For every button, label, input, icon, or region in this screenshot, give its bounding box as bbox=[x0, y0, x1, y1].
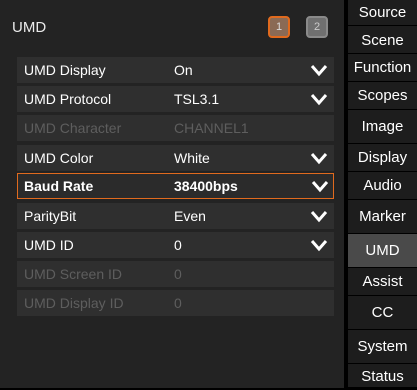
setting-value: White bbox=[174, 150, 210, 166]
sidebar-item-scopes[interactable]: Scopes bbox=[348, 82, 417, 110]
page-2-button[interactable]: 2 bbox=[306, 16, 328, 38]
setting-row-umd-id[interactable]: UMD ID 0 bbox=[17, 232, 334, 258]
sidebar-item-image[interactable]: Image bbox=[348, 110, 417, 144]
setting-label: ParityBit bbox=[24, 208, 77, 224]
sidebar-item-function[interactable]: Function bbox=[348, 54, 417, 82]
page-title: UMD bbox=[12, 19, 47, 36]
chevron-down-icon[interactable] bbox=[310, 238, 328, 252]
setting-value: CHANNEL1 bbox=[174, 120, 249, 136]
setting-label: UMD Color bbox=[24, 150, 94, 166]
setting-row-umd-display[interactable]: UMD Display On bbox=[17, 57, 334, 83]
setting-value: 0 bbox=[174, 266, 182, 282]
setting-value: 38400bps bbox=[174, 178, 238, 194]
chevron-down-icon[interactable] bbox=[311, 179, 329, 193]
setting-label: UMD Screen ID bbox=[24, 266, 123, 282]
chevron-down-icon[interactable] bbox=[310, 151, 328, 165]
setting-value: 0 bbox=[174, 237, 182, 253]
settings-panel: UMD 1 2 UMD Display On UMD Protocol TSL3… bbox=[0, 0, 344, 388]
sidebar-item-system[interactable]: System bbox=[348, 330, 417, 364]
setting-value: Even bbox=[174, 208, 206, 224]
setting-value: On bbox=[174, 62, 193, 78]
setting-label: UMD Protocol bbox=[24, 91, 112, 107]
sidebar-item-assist[interactable]: Assist bbox=[348, 268, 417, 296]
chevron-down-icon[interactable] bbox=[310, 209, 328, 223]
setting-label: UMD Character bbox=[24, 120, 122, 136]
setting-value: TSL3.1 bbox=[174, 91, 220, 107]
sidebar-item-audio[interactable]: Audio bbox=[348, 172, 417, 200]
chevron-down-icon[interactable] bbox=[310, 63, 328, 77]
setting-row-paritybit[interactable]: ParityBit Even bbox=[17, 203, 334, 229]
menu-sidebar: Source Scene Function Scopes Image Displ… bbox=[348, 0, 417, 388]
setting-label: UMD Display bbox=[24, 62, 106, 78]
chevron-down-icon[interactable] bbox=[310, 92, 328, 106]
setting-value: 0 bbox=[174, 295, 182, 311]
sidebar-item-source[interactable]: Source bbox=[348, 0, 417, 26]
setting-row-baud-rate[interactable]: Baud Rate 38400bps bbox=[17, 173, 334, 199]
setting-label: Baud Rate bbox=[24, 178, 94, 194]
setting-row-umd-screen-id: UMD Screen ID 0 bbox=[17, 261, 334, 287]
sidebar-item-cc[interactable]: CC bbox=[348, 296, 417, 330]
page-1-button[interactable]: 1 bbox=[268, 16, 290, 38]
setting-row-umd-protocol[interactable]: UMD Protocol TSL3.1 bbox=[17, 86, 334, 112]
sidebar-item-scene[interactable]: Scene bbox=[348, 26, 417, 54]
setting-label: UMD Display ID bbox=[24, 295, 124, 311]
sidebar-item-marker[interactable]: Marker bbox=[348, 200, 417, 234]
setting-row-umd-character: UMD Character CHANNEL1 bbox=[17, 115, 334, 141]
sidebar-item-umd[interactable]: UMD bbox=[348, 234, 417, 268]
setting-row-umd-color[interactable]: UMD Color White bbox=[17, 145, 334, 171]
sidebar-item-status[interactable]: Status bbox=[348, 364, 417, 388]
setting-row-umd-display-id: UMD Display ID 0 bbox=[17, 290, 334, 316]
sidebar-item-display[interactable]: Display bbox=[348, 144, 417, 172]
setting-label: UMD ID bbox=[24, 237, 74, 253]
